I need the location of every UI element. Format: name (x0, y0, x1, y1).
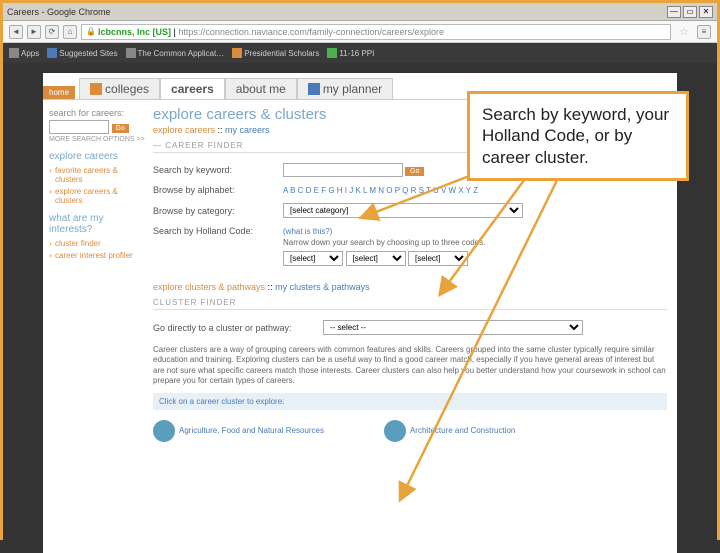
section-cluster-finder: CLUSTER FINDER (153, 298, 667, 310)
annotation-text: Search by keyword, your Holland Code, or… (482, 105, 669, 167)
menu-icon[interactable]: ≡ (697, 25, 711, 39)
window-controls: — ▭ ✕ (667, 6, 713, 18)
row-direct: Go directly to a cluster or pathway: -- … (153, 316, 667, 339)
window-titlebar: Careers - Google Chrome — ▭ ✕ (3, 3, 717, 21)
site-icon (47, 48, 57, 58)
bookmark-suggested[interactable]: Suggested Sites (47, 48, 117, 58)
bookmark-commonapp[interactable]: The Common Applicat… (126, 48, 225, 58)
category-select[interactable]: [select category] (283, 203, 523, 218)
annotation-callout: Search by keyword, your Holland Code, or… (467, 91, 689, 181)
close-icon[interactable]: ✕ (699, 6, 713, 18)
bookmark-star-icon[interactable]: ☆ (675, 25, 693, 38)
sidebar-explore-title: explore careers (49, 151, 147, 162)
bookmarks-bar: Apps Suggested Sites The Common Applicat… (3, 43, 717, 63)
pathway-select[interactable]: -- select -- (323, 320, 583, 335)
cluster-architecture[interactable]: Architecture and Construction (384, 420, 515, 442)
planner-icon (308, 83, 320, 95)
sidebar-interests-title: what are my interests? (49, 213, 147, 235)
sidebar-search-input[interactable] (49, 120, 109, 134)
back-button[interactable]: ◄ (9, 25, 23, 39)
row-category: Browse by category: [select category] (153, 199, 667, 222)
breadcrumb-clusters: explore clusters & pathways :: my cluste… (153, 282, 667, 292)
holland-narrow-text: Narrow down your search by choosing up t… (283, 238, 667, 247)
alphabet-links[interactable]: A B C D E F G H I J K L M N O P Q R S T … (283, 186, 667, 195)
bookmark-apps[interactable]: Apps (9, 48, 39, 58)
keyword-input[interactable] (283, 163, 403, 177)
address-bar[interactable]: 🔒 lcbcnns, Inc [US] | https://connection… (81, 24, 671, 40)
url-text: https://connection.naviance.com/family-c… (178, 27, 444, 37)
site-icon (126, 48, 136, 58)
holland-select-3[interactable]: [select] (408, 251, 468, 266)
cluster-description: Career clusters are a way of grouping ca… (153, 345, 667, 387)
reload-button[interactable]: ⟳ (45, 25, 59, 39)
browser-toolbar: ◄ ► ⟳ ⌂ 🔒 lcbcnns, Inc [US] | https://co… (3, 21, 717, 43)
row-alphabet: Browse by alphabet: A B C D E F G H I J … (153, 181, 667, 199)
sidebar-link-favorite[interactable]: favorite careers & clusters (49, 166, 147, 184)
maximize-icon[interactable]: ▭ (683, 6, 697, 18)
row-holland: Search by Holland Code: (what is this?) … (153, 222, 667, 270)
cluster-agriculture[interactable]: Agriculture, Food and Natural Resources (153, 420, 324, 442)
minimize-icon[interactable]: — (667, 6, 681, 18)
keyword-go-button[interactable]: Go (405, 167, 424, 176)
book-icon (90, 83, 102, 95)
sidebar-go-button[interactable]: Go (112, 124, 129, 133)
bookmark-scholars[interactable]: Presidential Scholars (232, 48, 319, 58)
holland-what-link[interactable]: (what is this?) (283, 227, 332, 236)
site-icon (327, 48, 337, 58)
sidebar-search-label: search for careers: (49, 108, 147, 118)
tab-colleges[interactable]: colleges (79, 78, 160, 99)
home-icon[interactable]: ⌂ (63, 25, 77, 39)
sidebar-link-explore[interactable]: explore careers & clusters (49, 187, 147, 205)
sidebar-more-options[interactable]: MORE SEARCH OPTIONS >> (49, 136, 147, 143)
agriculture-icon (153, 420, 175, 442)
forward-button[interactable]: ► (27, 25, 41, 39)
site-icon (232, 48, 242, 58)
holland-select-2[interactable]: [select] (346, 251, 406, 266)
architecture-icon (384, 420, 406, 442)
sidebar: search for careers: Go MORE SEARCH OPTIO… (43, 100, 153, 452)
tab-about-me[interactable]: about me (225, 78, 297, 99)
tab-home[interactable]: home (43, 86, 75, 99)
bookmark-ppi[interactable]: 11-16 PPI (327, 48, 374, 58)
window-title: Careers - Google Chrome (7, 7, 667, 17)
lock-icon: 🔒 (86, 27, 96, 36)
sidebar-link-cluster-finder[interactable]: cluster finder (49, 239, 147, 248)
cluster-list: Agriculture, Food and Natural Resources … (153, 416, 667, 446)
url-org: lcbcnns, Inc [US] (98, 27, 171, 37)
apps-icon (9, 48, 19, 58)
cluster-explore-bar: Click on a career cluster to explore: (153, 393, 667, 410)
tab-careers[interactable]: careers (160, 78, 225, 99)
holland-select-1[interactable]: [select] (283, 251, 343, 266)
tab-my-planner[interactable]: my planner (297, 78, 393, 99)
sidebar-link-profiler[interactable]: career interest profiler (49, 251, 147, 260)
